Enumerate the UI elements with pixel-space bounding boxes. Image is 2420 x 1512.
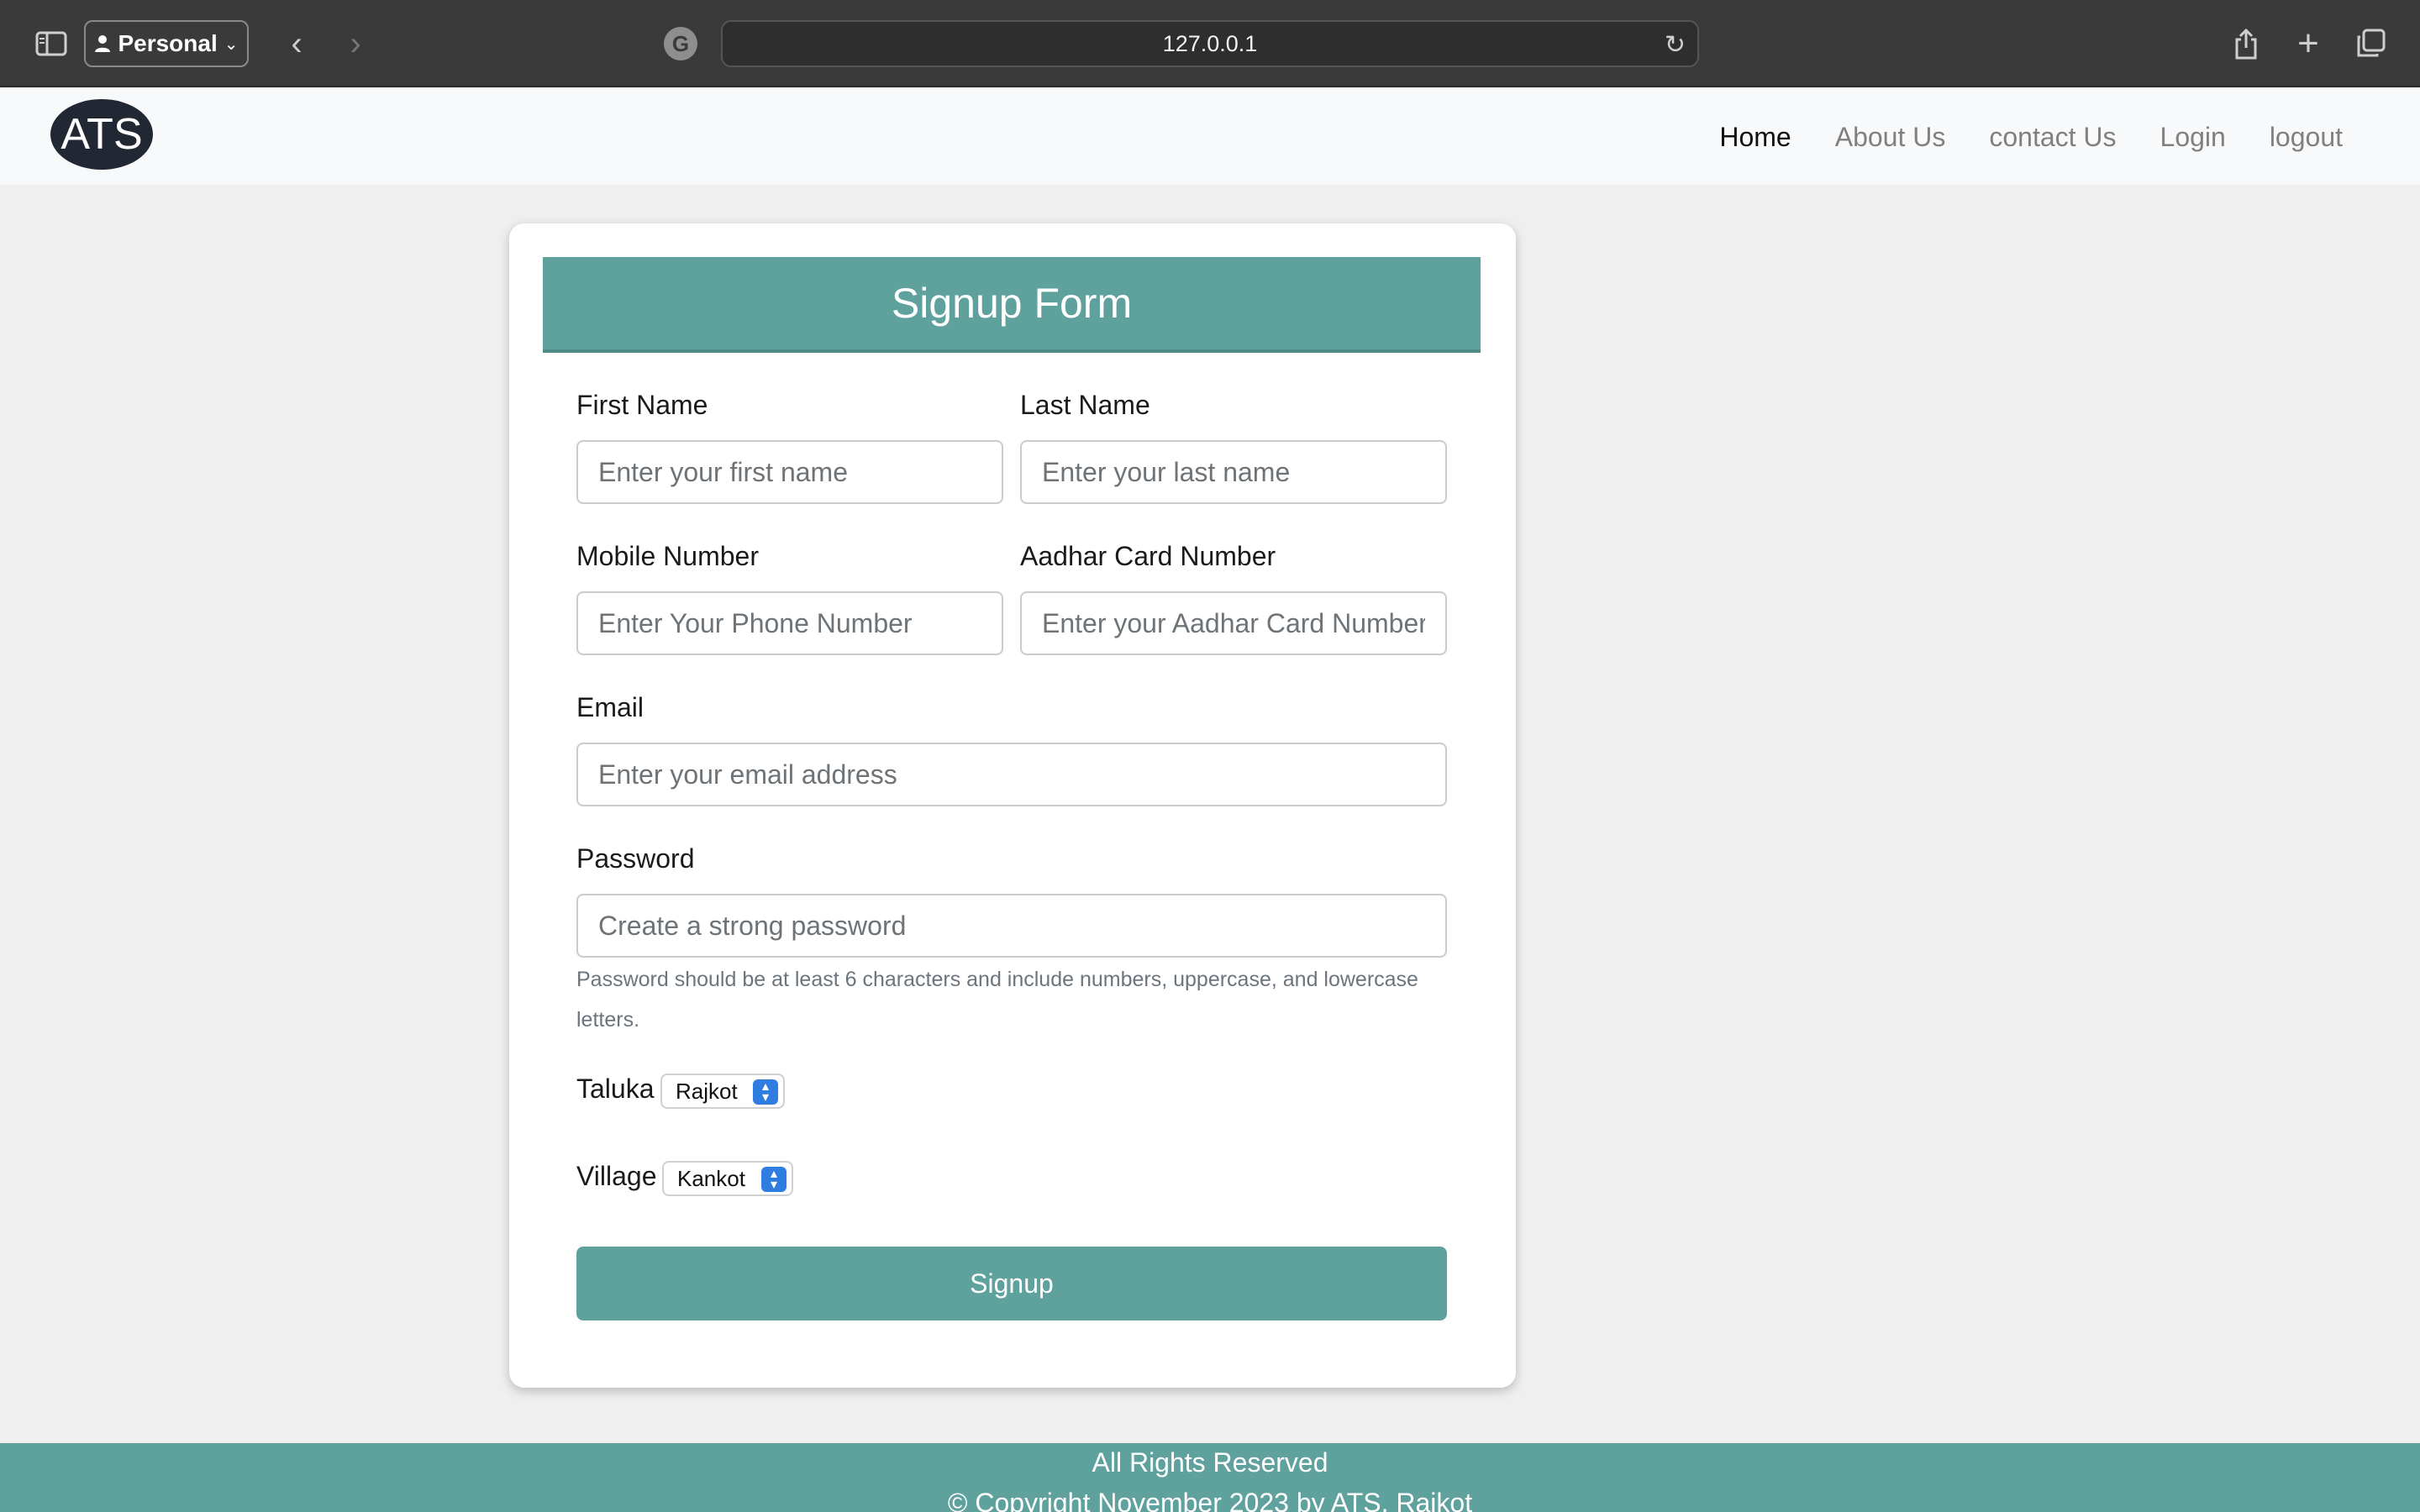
nav-links: Home About Us contact Us Login logout: [1719, 89, 2343, 185]
password-input[interactable]: [576, 894, 1447, 958]
signup-button[interactable]: Signup: [576, 1247, 1447, 1320]
nav-link-home[interactable]: Home: [1719, 122, 1791, 153]
profile-button[interactable]: Personal ⌄: [84, 20, 249, 67]
nav-link-contact-us[interactable]: contact Us: [1989, 122, 2116, 153]
mobile-number-label: Mobile Number: [576, 541, 759, 571]
google-icon[interactable]: G: [664, 27, 697, 60]
last-name-label: Last Name: [1020, 390, 1150, 420]
nav-link-login[interactable]: Login: [2160, 122, 2226, 153]
site-footer: All Rights Reserved © Copyright November…: [0, 1443, 2420, 1512]
footer-copyright: © Copyright November 2023 by ATS, Rajkot: [947, 1488, 1473, 1512]
village-label: Village: [576, 1161, 657, 1191]
first-name-label: First Name: [576, 390, 708, 420]
village-select[interactable]: Kankot ▴ ▾: [662, 1161, 793, 1196]
form-title: Signup Form: [543, 257, 1481, 353]
reload-icon[interactable]: ↻: [1665, 30, 1686, 60]
nav-link-logout[interactable]: logout: [2270, 122, 2343, 153]
browser-toolbar: Personal ⌄ ‹ › G 127.0.0.1 ↻ +: [0, 0, 2420, 87]
select-arrows-icon: ▴ ▾: [761, 1167, 786, 1192]
village-selected-value: Kankot: [677, 1165, 745, 1191]
back-arrow-icon[interactable]: ‹: [276, 20, 318, 67]
person-icon: [95, 35, 111, 52]
chevron-down-icon: ⌄: [224, 34, 239, 54]
taluka-selected-value: Rajkot: [676, 1078, 738, 1104]
select-arrows-icon: ▴ ▾: [753, 1079, 778, 1105]
site-navbar: ATS Home About Us contact Us Login logou…: [0, 89, 2420, 185]
ats-logo[interactable]: ATS: [50, 99, 153, 170]
tabs-icon[interactable]: [2349, 20, 2391, 67]
plus-icon[interactable]: +: [2287, 20, 2329, 67]
aadhar-number-label: Aadhar Card Number: [1020, 541, 1276, 571]
address-bar[interactable]: 127.0.0.1 ↻: [721, 20, 1699, 67]
mobile-number-input[interactable]: [576, 591, 1003, 655]
email-input[interactable]: [576, 743, 1447, 806]
profile-label: Personal: [118, 30, 218, 56]
email-label: Email: [576, 692, 644, 722]
aadhar-number-input[interactable]: [1020, 591, 1447, 655]
last-name-input[interactable]: [1020, 440, 1447, 504]
password-hint: Password should be at least 6 characters…: [576, 968, 1418, 1032]
first-name-input[interactable]: [576, 440, 1003, 504]
url-text: 127.0.0.1: [1162, 30, 1258, 56]
signup-card: Signup Form First Name Last Name Mobile …: [509, 223, 1516, 1388]
taluka-label: Taluka: [576, 1074, 655, 1104]
footer-rights: All Rights Reserved: [1092, 1447, 1328, 1478]
taluka-select[interactable]: Rajkot ▴ ▾: [660, 1074, 785, 1109]
forward-arrow-icon[interactable]: ›: [334, 20, 376, 67]
sidebar-icon[interactable]: [32, 20, 71, 67]
share-icon[interactable]: [2225, 20, 2267, 67]
password-label: Password: [576, 843, 695, 874]
nav-link-about-us[interactable]: About Us: [1835, 122, 1946, 153]
